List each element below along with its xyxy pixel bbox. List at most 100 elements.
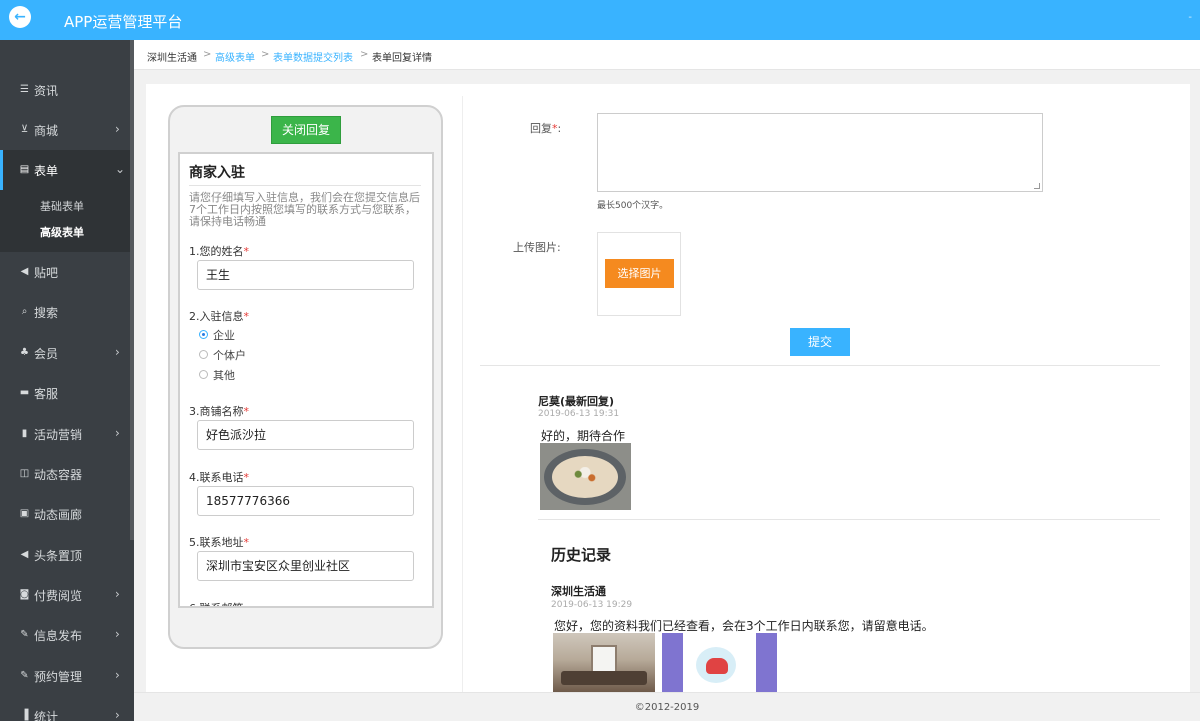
radio-checked-icon[interactable]	[199, 330, 208, 339]
sidebar-item-member[interactable]: ♣ 会员 ›	[0, 333, 130, 373]
chevron-down-icon: ⌄	[115, 162, 126, 176]
footer: ©2012-2019	[134, 692, 1200, 721]
radio-unchecked-icon[interactable]	[199, 370, 208, 379]
upload-box: 选择图片	[597, 232, 681, 316]
name-field[interactable]: 王生	[197, 260, 414, 290]
breadcrumb-advanced-form[interactable]: 高级表单	[215, 49, 255, 64]
breadcrumb-separator: >	[360, 49, 369, 60]
question-label: 5.联系地址*	[189, 536, 249, 549]
reply-author: 尼莫(最新回复)	[538, 395, 615, 408]
reply-textarea[interactable]	[597, 113, 1043, 192]
sidebar-item-label: 动态画廊	[34, 508, 83, 522]
sidebar-item-label: 表单	[34, 164, 59, 178]
history-image-room[interactable]	[553, 633, 655, 692]
form-preview-frame[interactable]: 商家入驻 请您仔细填写入驻信息，我们会在您提交信息后7个工作日内按照您填写的联系…	[178, 152, 434, 608]
sidebar-item-gallery[interactable]: ▣ 动态画廊	[0, 494, 130, 534]
chevron-right-icon: ›	[115, 668, 120, 682]
sidebar-item-label: 头条置顶	[34, 549, 83, 563]
sidebar-item-label: 信息发布	[34, 629, 83, 643]
chevron-right-icon: ›	[115, 708, 120, 721]
chevron-right-icon: ›	[115, 122, 120, 136]
question-label: 6.联系邮箱	[189, 600, 244, 606]
reply-text: 好的，期待合作	[541, 429, 626, 443]
reply-time: 2019-06-13 19:31	[538, 409, 620, 419]
sidebar-item-label: 统计	[34, 710, 59, 721]
history-author: 深圳生活通	[551, 585, 606, 598]
submenu-item-basic-form[interactable]: 基础表单	[40, 198, 84, 214]
sidebar-item-headline[interactable]: ◀ 头条置顶	[0, 535, 130, 575]
sidebar-item-label: 预约管理	[34, 670, 83, 684]
radio-unchecked-icon[interactable]	[199, 350, 208, 359]
breadcrumb-current: 表单回复详情	[372, 53, 432, 64]
choose-image-button[interactable]: 选择图片	[605, 259, 674, 288]
list-icon: ☰	[20, 84, 29, 95]
breadcrumb-submission-list[interactable]: 表单数据提交列表	[273, 49, 353, 64]
reply-image-food[interactable]	[540, 443, 631, 510]
sidebar: ☰ 资讯 ⊻ 商城 › ▤ 表单 ⌄ 基础表单 高级表单 ◀ 贴吧 ⌕ 搜索 ♣…	[0, 40, 134, 721]
form-submenu: 基础表单 高级表单	[0, 190, 130, 252]
pay-icon: ◙	[19, 589, 30, 600]
sidebar-item-label: 客服	[34, 387, 59, 401]
chevron-right-icon: ›	[115, 426, 120, 440]
divider	[189, 185, 421, 186]
bookmark-icon: ▮	[21, 428, 28, 439]
sidebar-item-publish[interactable]: ✎ 信息发布 ›	[0, 615, 130, 655]
form-icon: ▤	[19, 164, 30, 175]
reply-hint: 最长500个汉字。	[597, 201, 669, 211]
bell-icon: ♣	[20, 347, 29, 358]
close-reply-button[interactable]: 关闭回复	[271, 116, 341, 144]
history-title: 历史记录	[551, 546, 612, 564]
sidebar-item-label: 活动营销	[34, 428, 83, 442]
header-menu-icon[interactable]: -	[1188, 12, 1192, 23]
breadcrumb: 深圳生活通 > 高级表单 > 表单数据提交列表 > 表单回复详情	[134, 40, 1200, 70]
search-icon: ⌕	[21, 306, 28, 317]
sidebar-item-marketing[interactable]: ▮ 活动营销 ›	[0, 414, 130, 454]
sidebar-item-label: 会员	[34, 347, 59, 361]
breadcrumb-separator: >	[203, 49, 212, 60]
megaphone-icon: ◀	[20, 266, 29, 277]
breadcrumb-separator: >	[261, 49, 270, 60]
sidebar-item-label: 动态容器	[34, 468, 83, 482]
resize-handle-icon[interactable]	[1034, 183, 1040, 189]
back-arrow-icon[interactable]: ←	[9, 6, 31, 28]
image-icon: ▣	[19, 508, 30, 519]
address-field[interactable]: 深圳市宝安区众里创业社区	[197, 551, 414, 581]
sidebar-item-service[interactable]: ▬ 客服	[0, 373, 130, 413]
phone-preview: 关闭回复 商家入驻 请您仔细填写入驻信息，我们会在您提交信息后7个工作日内按照您…	[168, 105, 443, 649]
question-label: 1.您的姓名*	[189, 245, 249, 258]
upload-label: 上传图片:	[513, 241, 561, 254]
history-image-illustration[interactable]	[662, 633, 777, 692]
submenu-item-advanced-form[interactable]: 高级表单	[40, 224, 84, 240]
sidebar-item-news[interactable]: ☰ 资讯	[0, 70, 130, 110]
sidebar-item-paid-reading[interactable]: ◙ 付费阅览 ›	[0, 575, 130, 615]
sidebar-item-forum[interactable]: ◀ 贴吧	[0, 252, 130, 292]
container-icon: ◫	[19, 468, 30, 479]
sidebar-scrollbar[interactable]	[130, 40, 134, 540]
phone-field[interactable]: 18577776366	[197, 486, 414, 516]
question-label: 2.入驻信息*	[189, 310, 249, 323]
top-header: ← APP运营管理平台 -	[0, 0, 1200, 40]
breadcrumb-home[interactable]: 深圳生活通	[147, 49, 197, 64]
form-description: 请您仔细填写入驻信息，我们会在您提交信息后7个工作日内按照您填写的联系方式与您联…	[189, 191, 420, 228]
history-text: 您好，您的资料我们已经查看，会在3个工作日内联系您，请留意电话。	[554, 619, 934, 633]
sidebar-item-label: 贴吧	[34, 266, 59, 280]
sidebar-item-label: 付费阅览	[34, 589, 83, 603]
submit-button[interactable]: 提交	[790, 328, 850, 356]
sidebar-item-mall[interactable]: ⊻ 商城 ›	[0, 110, 130, 150]
sidebar-item-label: 资讯	[34, 84, 59, 98]
sidebar-item-dynamic-container[interactable]: ◫ 动态容器	[0, 454, 130, 494]
bar-chart-icon: ▐	[20, 710, 29, 721]
divider	[462, 96, 463, 692]
form-title: 商家入驻	[189, 165, 245, 181]
shop-name-field[interactable]: 好色派沙拉	[197, 420, 414, 450]
reply-label: 回复*:	[530, 122, 562, 135]
sidebar-item-search[interactable]: ⌕ 搜索	[0, 292, 130, 332]
sidebar-item-form[interactable]: ▤ 表单 ⌄	[0, 150, 130, 190]
divider	[538, 519, 1160, 520]
app-title: APP运营管理平台	[64, 13, 183, 31]
chevron-right-icon: ›	[115, 627, 120, 641]
sidebar-item-stats[interactable]: ▐ 统计 ›	[0, 696, 130, 721]
sidebar-item-label: 商城	[34, 124, 59, 138]
publish-icon: ✎	[20, 629, 29, 640]
sidebar-item-booking[interactable]: ✎ 预约管理 ›	[0, 656, 130, 696]
